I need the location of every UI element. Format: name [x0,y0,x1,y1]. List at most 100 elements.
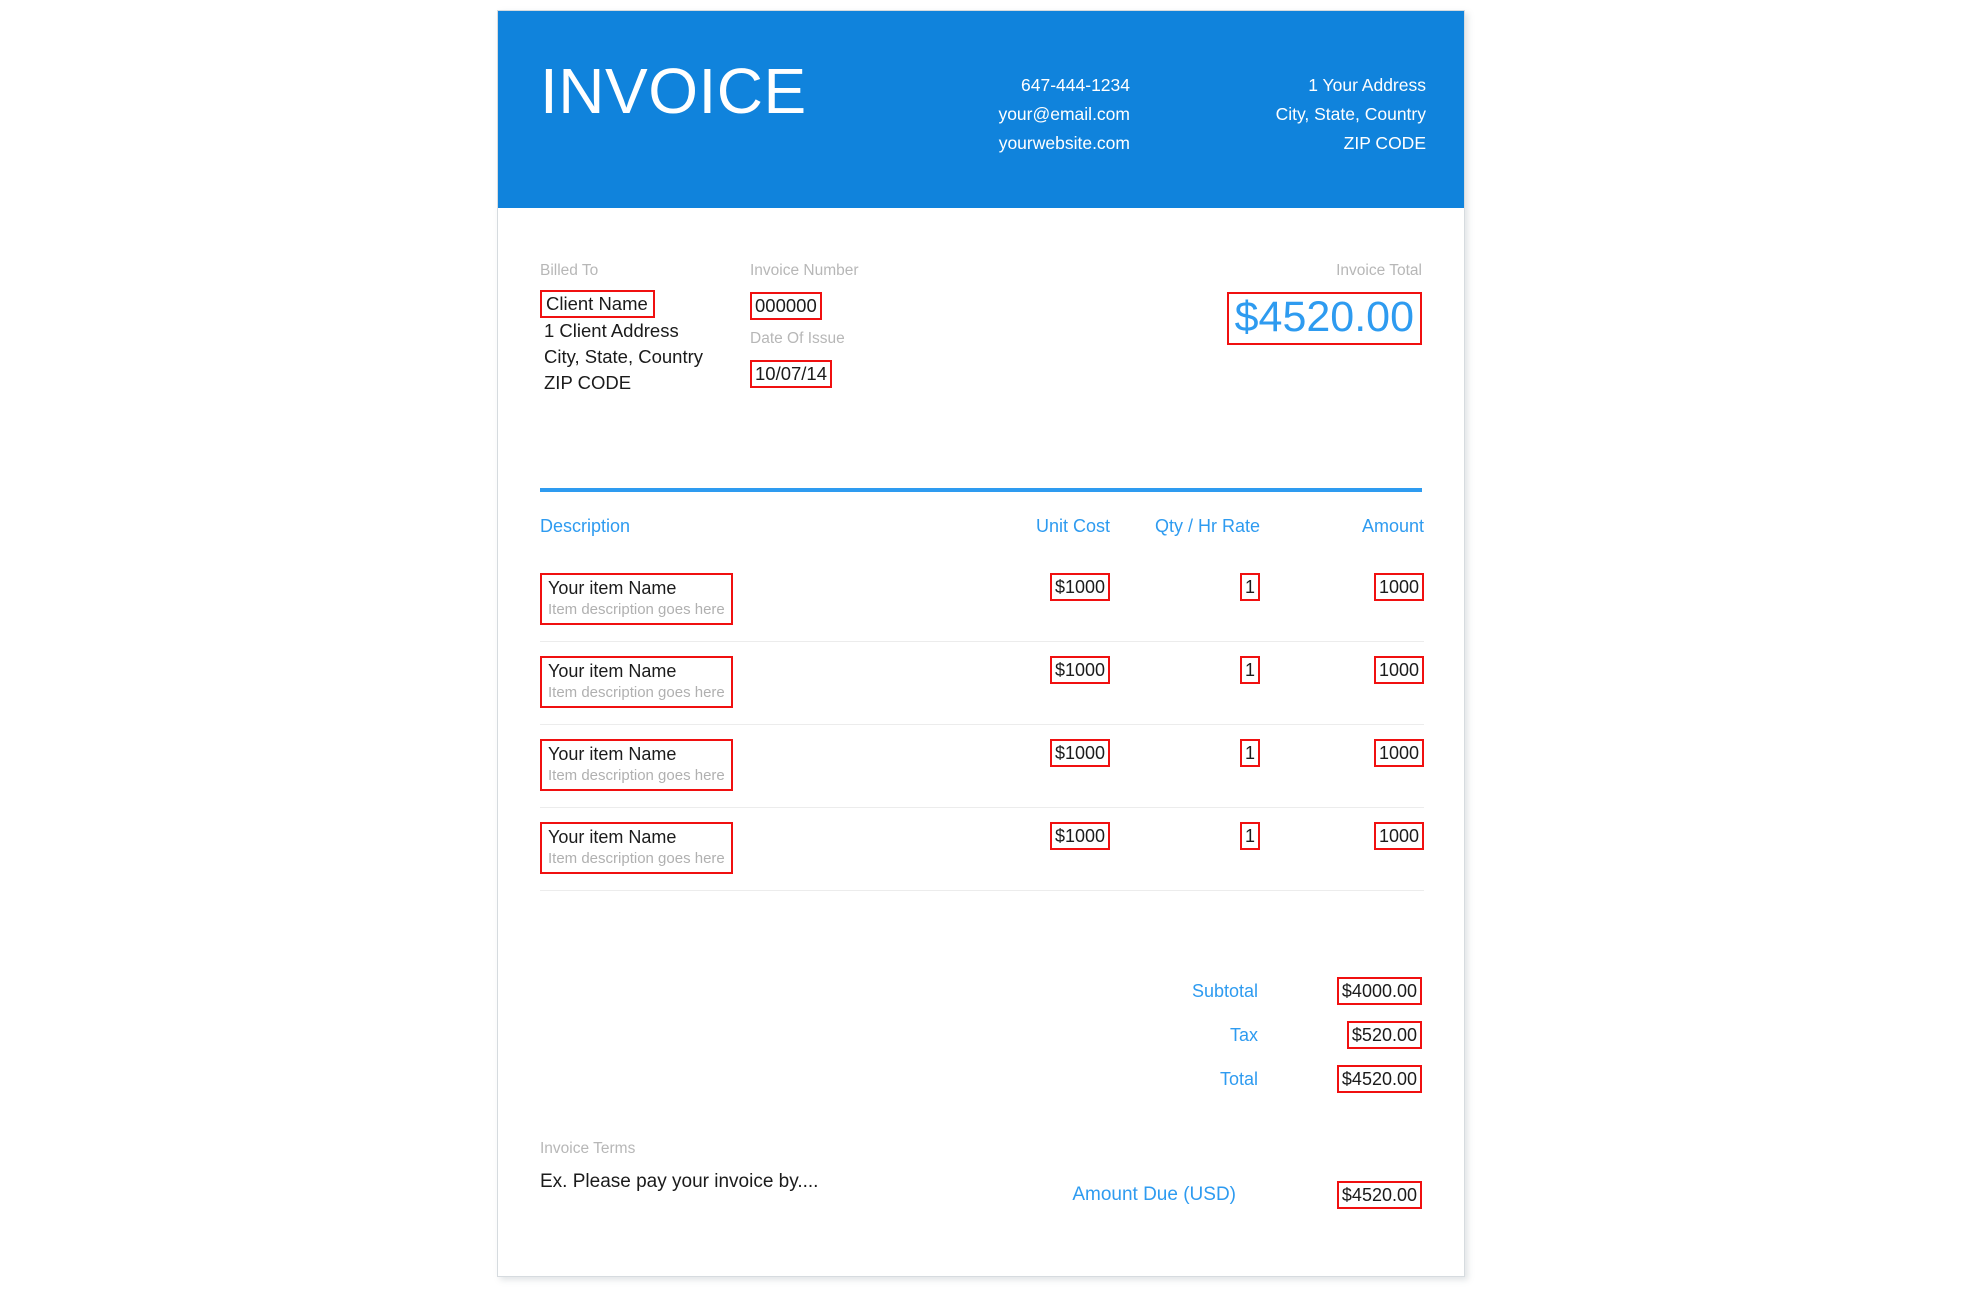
header-phone: 647-444-1234 [1021,75,1130,95]
invoice-total-block: Invoice Total $4520.00 [1226,261,1422,345]
tax-value: $520.00 [1346,1021,1422,1049]
cell-unit-cost[interactable]: $1000 [960,559,1110,642]
line-items-table: Description Unit Cost Qty / Hr Rate Amou… [540,492,1424,891]
item-description-box: Your item Name Item description goes her… [540,573,733,625]
invoice-meta-section: Billed To Client Name 1 Client Address C… [540,261,1422,466]
item-description: Item description goes here [548,850,725,867]
date-of-issue-value: 10/07/14 [750,360,833,388]
date-of-issue-block: Date Of Issue 10/07/14 [750,329,1010,388]
cell-qty[interactable]: 1 [1110,641,1260,725]
invoice-terms-label: Invoice Terms [540,1140,636,1157]
table-row: Your item Name Item description goes her… [540,807,1424,891]
column-header-unit-cost: Unit Cost [1035,516,1110,536]
column-header-qty: Qty / Hr Rate [1154,516,1260,536]
invoice-number-value: 000000 [750,292,822,320]
subtotal-row: Subtotal $4000.00 [540,969,1422,1013]
table-row: Your item Name Item description goes her… [540,641,1424,725]
amount-due-block: Amount Due (USD) $4520.00 [1072,1181,1422,1209]
item-description: Item description goes here [548,601,725,618]
item-description: Item description goes here [548,767,725,784]
billed-to-label: Billed To [540,262,599,279]
total-value: $4520.00 [1336,1065,1422,1093]
invoice-number-block: Invoice Number 000000 [750,261,1010,320]
screenshot-canvas: INVOICE 647-444-1234 your@email.com your… [0,0,1972,1300]
header-address-line1: 1 Your Address [1308,75,1426,95]
table-row: Your item Name Item description goes her… [540,724,1424,808]
item-name: Your item Name [548,744,677,764]
client-name-field[interactable]: Client Name [540,290,750,318]
item-amount: 1000 [1373,573,1424,601]
cell-description[interactable]: Your item Name Item description goes her… [540,724,960,808]
cell-amount[interactable]: 1000 [1260,807,1424,891]
cell-description[interactable]: Your item Name Item description goes her… [540,807,960,891]
header-email: your@email.com [998,104,1130,124]
item-qty: 1 [1239,573,1260,601]
cell-unit-cost[interactable]: $1000 [960,807,1110,891]
amount-due-field[interactable]: $4520.00 [1258,1181,1422,1209]
item-unit-cost: $1000 [1049,739,1110,767]
item-qty: 1 [1239,656,1260,684]
total-row: Total $4520.00 [540,1057,1422,1101]
column-header-description: Description [540,516,631,536]
item-unit-cost: $1000 [1049,656,1110,684]
client-zip-line: ZIP CODE [544,372,632,393]
date-of-issue-label: Date Of Issue [750,330,845,347]
totals-spacer [540,1057,960,1101]
item-amount: 1000 [1373,822,1424,850]
invoice-terms-text[interactable]: Ex. Please pay your invoice by.... [540,1169,818,1195]
date-of-issue-field[interactable]: 10/07/14 [750,360,1010,388]
item-name: Your item Name [548,578,677,598]
amount-due-value: $4520.00 [1336,1181,1422,1209]
invoice-body: Billed To Client Name 1 Client Address C… [498,261,1464,1223]
client-city-line: City, State, Country [544,346,704,367]
item-amount: 1000 [1373,739,1424,767]
column-header-amount: Amount [1361,516,1424,536]
cell-description[interactable]: Your item Name Item description goes her… [540,559,960,642]
item-description-box: Your item Name Item description goes her… [540,739,733,791]
invoice-title: INVOICE [540,55,807,127]
totals-spacer [540,969,960,1013]
tax-row: Tax $520.00 [540,1013,1422,1057]
totals-spacer [540,1013,960,1057]
total-label: Total [1219,1068,1258,1089]
header-address-line3: ZIP CODE [1343,133,1426,153]
invoice-terms-block: Invoice Terms Ex. Please pay your invoic… [540,1139,818,1195]
tax-label: Tax [1229,1024,1258,1045]
cell-qty[interactable]: 1 [1110,724,1260,808]
item-qty: 1 [1239,739,1260,767]
invoice-header-band: INVOICE 647-444-1234 your@email.com your… [498,11,1464,208]
item-qty: 1 [1239,822,1260,850]
client-address-line: 1 Client Address [544,320,679,341]
header-contact-column: 647-444-1234 your@email.com yourwebsite.… [998,71,1130,158]
subtotal-field[interactable]: $4000.00 [1258,969,1422,1013]
invoice-number-field[interactable]: 000000 [750,292,1010,320]
table-row: Your item Name Item description goes her… [540,559,1424,642]
total-field[interactable]: $4520.00 [1258,1057,1422,1101]
invoice-footer: Invoice Terms Ex. Please pay your invoic… [540,1139,1422,1223]
cell-amount[interactable]: 1000 [1260,724,1424,808]
totals-table: Subtotal $4000.00 Tax $520.00 Total $452… [540,969,1422,1101]
cell-unit-cost[interactable]: $1000 [960,724,1110,808]
item-unit-cost: $1000 [1049,822,1110,850]
cell-description[interactable]: Your item Name Item description goes her… [540,641,960,725]
invoice-total-label: Invoice Total [1336,262,1422,279]
cell-qty[interactable]: 1 [1110,807,1260,891]
invoice-total-value: $4520.00 [1226,292,1422,345]
cell-qty[interactable]: 1 [1110,559,1260,642]
item-amount: 1000 [1373,656,1424,684]
client-name-value: Client Name [540,290,655,318]
cell-amount[interactable]: 1000 [1260,559,1424,642]
table-header-row: Description Unit Cost Qty / Hr Rate Amou… [540,492,1424,559]
header-address-column: 1 Your Address City, State, Country ZIP … [1276,71,1426,158]
item-description-box: Your item Name Item description goes her… [540,656,733,708]
tax-field[interactable]: $520.00 [1258,1013,1422,1057]
header-address-line2: City, State, Country [1275,104,1426,124]
item-unit-cost: $1000 [1049,573,1110,601]
cell-amount[interactable]: 1000 [1260,641,1424,725]
invoice-document: INVOICE 647-444-1234 your@email.com your… [497,10,1465,1277]
item-name: Your item Name [548,827,677,847]
billed-to-block: Billed To Client Name 1 Client Address C… [540,261,750,396]
item-description: Item description goes here [548,684,725,701]
cell-unit-cost[interactable]: $1000 [960,641,1110,725]
item-description-box: Your item Name Item description goes her… [540,822,733,874]
